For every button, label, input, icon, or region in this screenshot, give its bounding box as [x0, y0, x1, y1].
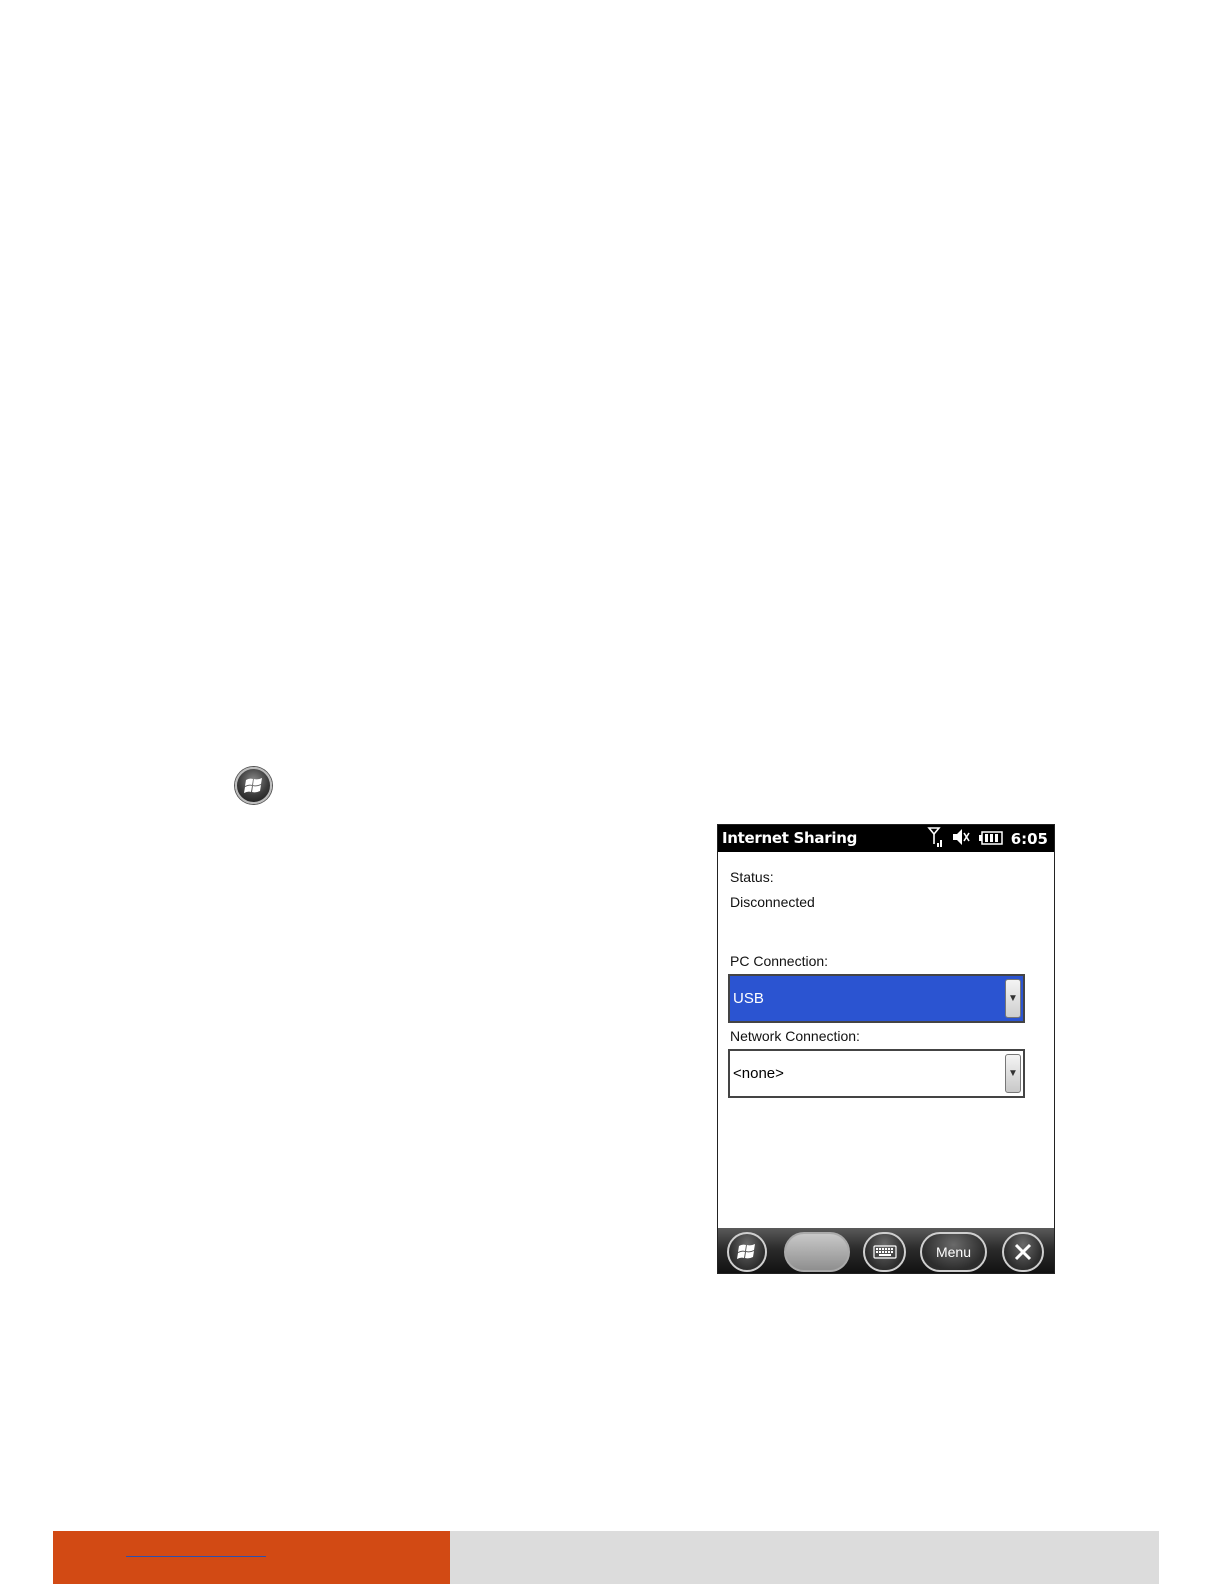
- windows-start-icon[interactable]: [727, 1232, 767, 1272]
- title-bar: Internet Sharing 6:05: [718, 825, 1054, 852]
- signal-icon[interactable]: [926, 826, 943, 852]
- menu-button[interactable]: Menu: [920, 1232, 987, 1272]
- keyboard-icon[interactable]: [863, 1232, 906, 1272]
- status-icons: 6:05: [926, 826, 1048, 852]
- pc-connection-value: USB: [733, 990, 764, 1007]
- footer-link-underline[interactable]: [126, 1556, 266, 1557]
- footer-accent-bar: [53, 1531, 450, 1584]
- network-connection-select[interactable]: <none> ▼: [728, 1049, 1025, 1098]
- status-label: Status:: [730, 869, 774, 885]
- footer-gray-bar: [450, 1531, 1159, 1584]
- status-value: Disconnected: [730, 894, 815, 910]
- close-icon[interactable]: [1002, 1232, 1044, 1272]
- dropdown-arrow-icon[interactable]: ▼: [1005, 1054, 1021, 1093]
- pc-connection-select[interactable]: USB ▼: [728, 974, 1025, 1023]
- left-softkey-button[interactable]: [784, 1232, 850, 1272]
- battery-icon[interactable]: [978, 830, 1003, 849]
- internet-sharing-panel: Status: Disconnected PC Connection: USB …: [718, 852, 1054, 1228]
- pc-connection-label: PC Connection:: [730, 953, 829, 969]
- window-title: Internet Sharing: [722, 829, 858, 847]
- dropdown-arrow-icon[interactable]: ▼: [1005, 979, 1021, 1018]
- soft-key-bar: Menu: [718, 1228, 1054, 1273]
- device-screenshot: Internet Sharing 6:05 Status: Disconnect…: [717, 824, 1055, 1274]
- network-connection-value: <none>: [733, 1065, 784, 1082]
- speaker-muted-icon[interactable]: [951, 828, 971, 850]
- clock[interactable]: 6:05: [1011, 830, 1048, 848]
- network-connection-label: Network Connection:: [730, 1028, 860, 1044]
- windows-start-icon: [235, 767, 272, 804]
